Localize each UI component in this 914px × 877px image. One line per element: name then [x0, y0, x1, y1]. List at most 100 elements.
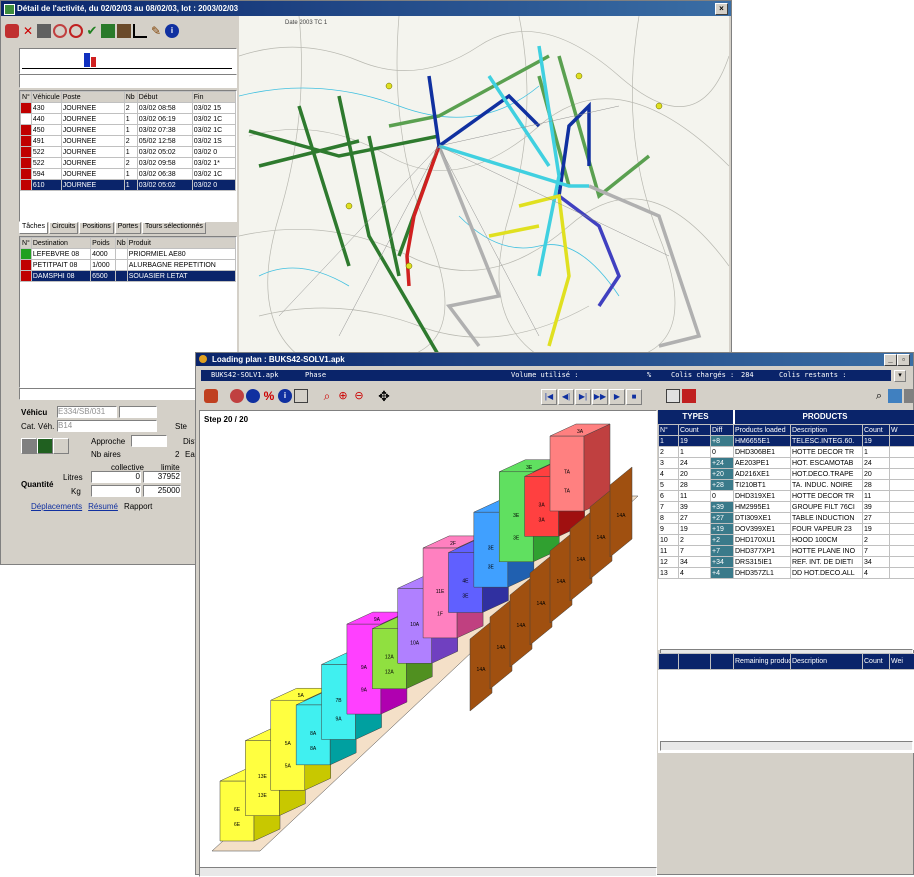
litres-limite-field[interactable]: 37952 — [143, 471, 181, 483]
prev-step-button[interactable]: ◀| — [558, 389, 574, 405]
close-button[interactable]: × — [715, 3, 728, 15]
minimize-button[interactable]: _ — [884, 354, 897, 366]
col-header[interactable]: Véhicule — [31, 92, 61, 103]
col-header[interactable]: Destination — [31, 238, 90, 249]
col-header[interactable]: Count — [679, 425, 711, 436]
table-row[interactable]: 522JOURNEE203/02 09:5803/02 1* — [21, 158, 236, 169]
delete-icon[interactable]: ✕ — [21, 24, 35, 38]
col-header[interactable]: Nb — [124, 92, 137, 103]
table-row[interactable]: 420+20AD216XE1HOT.DECO.TRAPE20 — [659, 469, 914, 480]
loading-3d-view[interactable]: Step 20 / 20 6E6E6E1F13E13E5A5A5A7B8A8A8… — [199, 410, 657, 868]
table-icon[interactable] — [666, 389, 680, 403]
table-row[interactable]: 117+7DHD377XP1HOTTE PLANE INO7 — [659, 546, 914, 557]
table-row[interactable]: 491JOURNEE205/02 12:5803/02 1S — [21, 136, 236, 147]
table-row[interactable]: 134+4DHD357ZL1DD HOT.DECO.ALL4 — [659, 568, 914, 579]
table-row[interactable]: 440JOURNEE103/02 06:1903/02 1C — [21, 114, 236, 125]
table-row[interactable]: 450JOURNEE103/02 07:3803/02 1C — [21, 125, 236, 136]
chart-icon[interactable] — [117, 24, 131, 38]
split-icon[interactable] — [101, 24, 115, 38]
col-header[interactable] — [659, 654, 679, 670]
palette-icon[interactable] — [230, 389, 244, 403]
vehicule-field-2[interactable] — [119, 406, 157, 418]
cat-field[interactable]: B14 — [57, 420, 157, 432]
tools-icon[interactable]: ✎ — [149, 24, 163, 38]
col-header[interactable]: W — [890, 425, 914, 436]
print-icon[interactable] — [904, 389, 914, 403]
kg-limite-field[interactable]: 25000 — [143, 485, 181, 497]
tab-portes[interactable]: Portes — [115, 222, 141, 234]
table-row[interactable]: 522JOURNEE103/02 05:0203/02 0 — [21, 147, 236, 158]
percent-icon[interactable]: % — [262, 389, 276, 403]
check-icon[interactable]: ✔ — [85, 24, 99, 38]
route-icon[interactable] — [53, 24, 67, 38]
zoom-out-icon[interactable]: ⊖ — [352, 389, 366, 403]
stop-button[interactable]: ■ — [626, 389, 642, 405]
view-hscrollbar[interactable] — [199, 867, 657, 877]
table-row[interactable]: 430JOURNEE203/02 08:5803/02 15 — [21, 103, 236, 114]
vehicule-field[interactable]: E334/SB/031 — [57, 406, 117, 418]
col-header[interactable]: Products loaded — [734, 425, 791, 436]
tab-deplacements[interactable]: Déplacements — [31, 502, 82, 514]
table-row[interactable]: 528+28TI210BT1TA. INDUC. NOIRE28 — [659, 480, 914, 491]
settings-icon[interactable] — [888, 389, 902, 403]
col-header[interactable]: Description — [791, 654, 863, 670]
table-row[interactable]: 324+24AE203PE1HOT. ESCAMOTAB24 — [659, 458, 914, 469]
restore-button[interactable]: ▫ — [897, 354, 910, 366]
table-row[interactable]: 210DHD306BE1HOTTE DECOR TR1 — [659, 447, 914, 458]
table-row[interactable]: 919+19DOV399XE1FOUR VAPEUR 2319 — [659, 524, 914, 535]
search-icon[interactable]: ⌕ — [872, 389, 886, 403]
col-header[interactable]: Diff — [711, 425, 734, 436]
info-icon[interactable]: i — [278, 389, 292, 403]
activity-window-titlebar[interactable]: Détail de l'activité, du 02/02/03 au 08/… — [1, 1, 731, 16]
kg-collective-field[interactable]: 0 — [91, 485, 141, 497]
print-icon[interactable] — [37, 24, 51, 38]
info-icon[interactable]: i — [165, 24, 179, 38]
col-header[interactable]: Produit — [127, 238, 235, 249]
col-header[interactable]: Remaining produc — [734, 654, 791, 670]
col-header[interactable]: Wei — [890, 654, 914, 670]
loading-plan-titlebar[interactable]: Loading plan : BUKS42-SOLV1.apk _ ▫ — [196, 353, 913, 366]
table-row[interactable]: PETITPAIT 081/000ALURBAGNE REPETITION — [21, 260, 236, 271]
pan-icon[interactable]: ✥ — [376, 388, 392, 404]
disk-icon[interactable] — [37, 438, 53, 454]
table-row[interactable]: 1234+34DRS315IE1REF. INT. DE DIETI34 — [659, 557, 914, 568]
info-circle-icon[interactable] — [246, 389, 260, 403]
save-icon[interactable] — [21, 438, 37, 454]
circle-icon[interactable] — [69, 24, 83, 38]
col-header[interactable]: Poste — [61, 92, 124, 103]
table-row[interactable]: 102+2DHD170XU1HOOD 100CM2 — [659, 535, 914, 546]
col-header[interactable]: Début — [137, 92, 192, 103]
col-header[interactable]: Count — [863, 425, 890, 436]
table-row[interactable]: 594JOURNEE103/02 06:3803/02 1C — [21, 169, 236, 180]
table-row[interactable]: 6110DHD319XE1HOTTE DECOR TR11 — [659, 491, 914, 502]
col-header[interactable]: Nb — [115, 238, 127, 249]
table-row[interactable]: LEFEBVRE 084000PRIORMIEL AE80 — [21, 249, 236, 260]
litres-collective-field[interactable]: 0 — [91, 471, 141, 483]
box-icon[interactable] — [294, 389, 308, 403]
table-row[interactable]: 739+39HM2995E1GROUPE FILT 76CI39 — [659, 502, 914, 513]
play-button[interactable]: ▶ — [609, 389, 625, 405]
col-header[interactable]: Poids — [91, 238, 116, 249]
table-row[interactable]: 827+27DTI309XE1TABLE INDUCTION27 — [659, 513, 914, 524]
col-header[interactable]: Description — [791, 425, 863, 436]
tab-taches[interactable]: Tâches — [19, 222, 48, 234]
open-icon[interactable] — [204, 389, 218, 403]
person-icon[interactable] — [53, 438, 69, 454]
col-header[interactable] — [679, 654, 711, 670]
next-step-button[interactable]: ▶| — [575, 389, 591, 405]
refresh-icon[interactable] — [5, 24, 19, 38]
first-step-button[interactable]: |◀ — [541, 389, 557, 405]
col-header[interactable]: N° — [21, 238, 32, 249]
approche-field[interactable] — [131, 435, 167, 447]
remaining-hscrollbar[interactable] — [660, 741, 913, 751]
tab-rapport[interactable]: Rapport — [124, 502, 152, 514]
col-header[interactable]: N° — [21, 92, 32, 103]
col-header[interactable]: N° — [659, 425, 679, 436]
tab-circuits[interactable]: Circuits — [49, 222, 78, 234]
export-icon[interactable] — [682, 389, 696, 403]
table-row-selected[interactable]: 610JOURNEE103/02 05:0203/02 0 — [21, 180, 236, 191]
zoom-in-icon[interactable]: ⊕ — [336, 389, 350, 403]
tab-resume[interactable]: Résumé — [88, 502, 118, 514]
graph-icon[interactable] — [133, 24, 147, 38]
last-step-button[interactable]: ▶▶ — [592, 389, 608, 405]
